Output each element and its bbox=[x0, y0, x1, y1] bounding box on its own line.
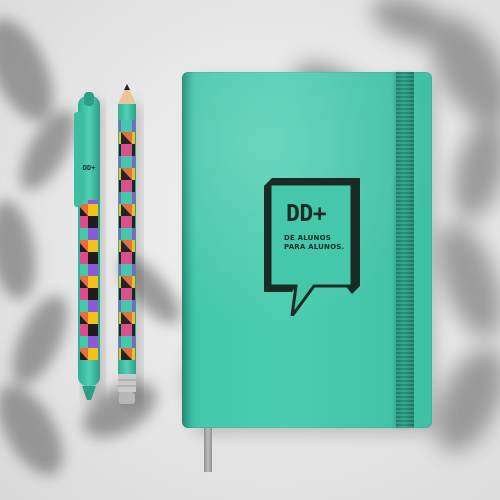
dd-plus-logo: DD+ DE ALUNOS PARA ALUNOS. bbox=[262, 176, 362, 316]
pen-cap-label: DD+ bbox=[83, 164, 96, 172]
notebook-elastic-band bbox=[396, 72, 414, 428]
logo-tagline-line-2: PARA ALUNOS. bbox=[284, 242, 345, 251]
logo-tagline-line-1: DE ALUNOS bbox=[284, 234, 331, 242]
ribbon-bookmark bbox=[204, 428, 212, 472]
notebook-spine bbox=[182, 72, 192, 428]
logo-tagline: DE ALUNOS PARA ALUNOS. bbox=[284, 234, 366, 251]
product-mockup-scene: DD+ DD+ DE ALUNOS PARA ALUNOS. bbox=[0, 0, 500, 500]
logo-title: DD+ bbox=[286, 201, 327, 227]
